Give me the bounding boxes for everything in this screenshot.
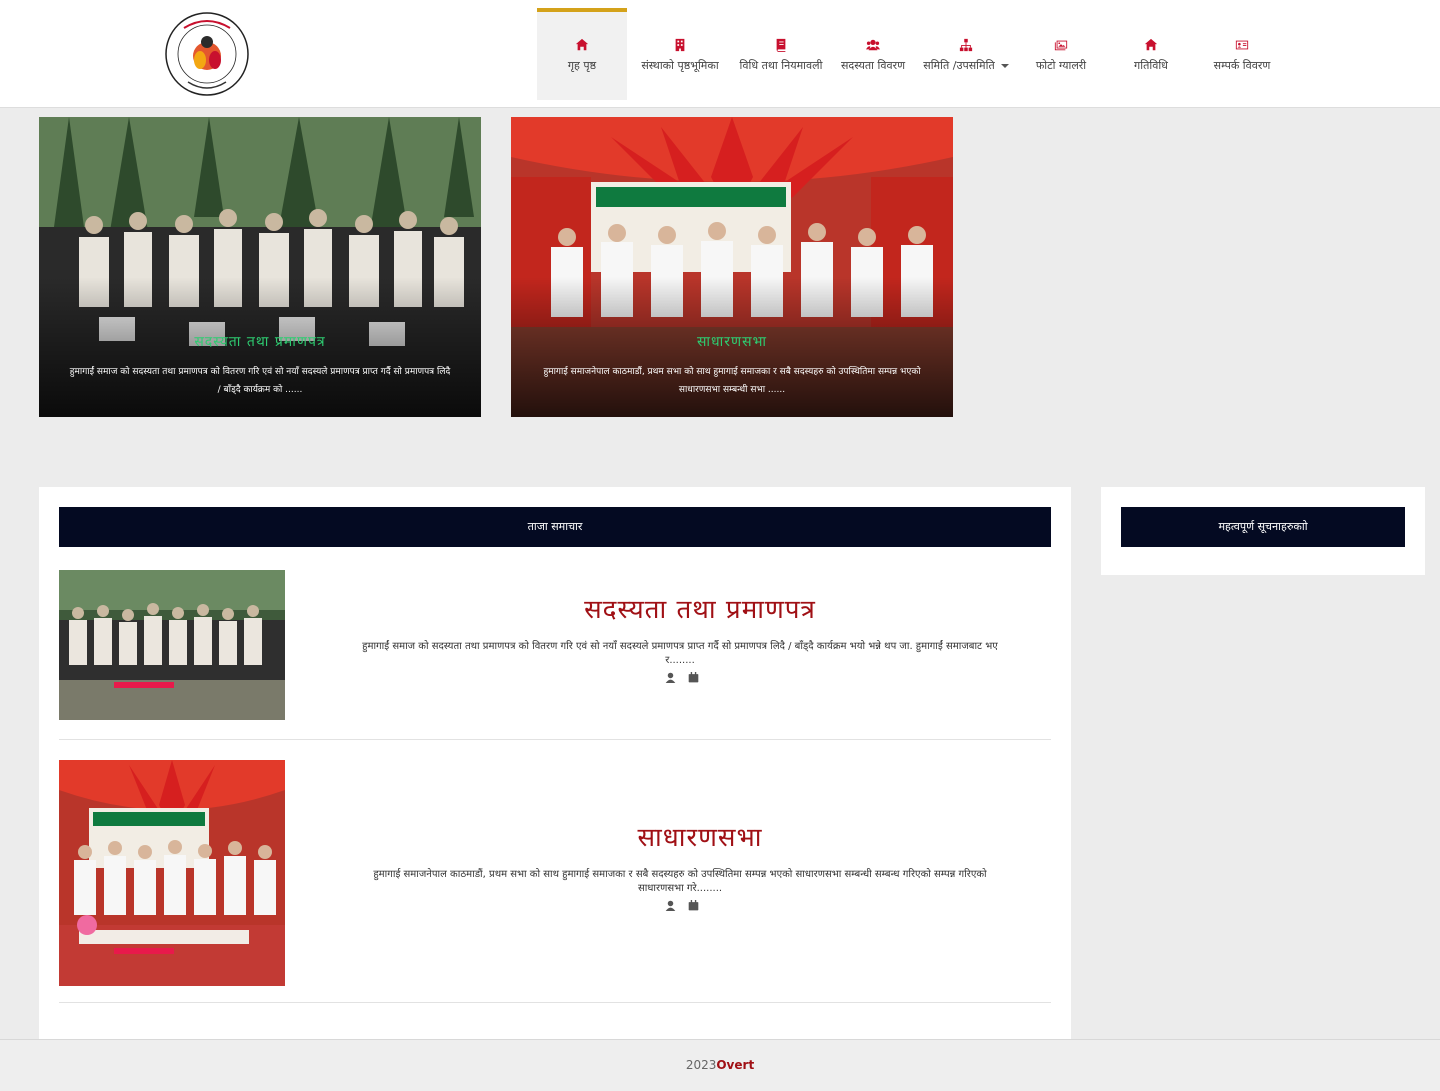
slide-title[interactable]: साधारणसभा	[511, 332, 953, 351]
site-logo[interactable]	[164, 12, 250, 96]
nav-label: सम्पर्क विवरण	[1213, 59, 1271, 72]
home-icon	[575, 38, 589, 51]
nav-label: संस्थाको पृष्ठभूमिका	[641, 59, 719, 72]
news-excerpt: हुमागाईं समाज को सदस्यता तथा प्रमाणपत्र …	[362, 641, 998, 666]
calendar-icon	[688, 900, 699, 911]
nav-label: गृह पृष्ठ	[567, 59, 597, 72]
news-meta	[665, 900, 699, 911]
nav-item-contact[interactable]: सम्पर्क विवरण	[1195, 8, 1289, 100]
users-icon	[866, 39, 880, 51]
nav-item-committee[interactable]: समिति /उपसमिति	[917, 8, 1015, 100]
main-navigation: गृह पृष्ठ संस्थाको पृष्ठभूमिका विधि तथा …	[537, 8, 1289, 100]
calendar-icon	[688, 672, 699, 683]
nav-item-gallery[interactable]: फोटो ग्यालरी	[1015, 8, 1107, 100]
sidebar-title: महत्वपूर्ण सूचनाहरुकाो	[1121, 507, 1405, 547]
slide-title[interactable]: सदस्यता तथा प्रमाणपत्र	[39, 332, 481, 351]
nav-label: फोटो ग्यालरी	[1035, 59, 1087, 72]
slide-text: हुमागाई समाजनेपाल काठमाडौं, प्रथम सभा को…	[543, 367, 921, 395]
news-item[interactable]: सदस्यता तथा प्रमाणपत्र हुमागाईं समाज को …	[59, 570, 1051, 740]
sitemap-icon	[959, 38, 973, 52]
nav-label: विधि तथा नियमावली	[739, 59, 823, 72]
nav-item-activities[interactable]: गतिविधि	[1107, 8, 1195, 100]
slider-card[interactable]: सदस्यता तथा प्रमाणपत्र हुमागाईं समाज को …	[39, 117, 481, 417]
news-title[interactable]: सदस्यता तथा प्रमाणपत्र	[349, 590, 1051, 626]
nav-item-rules[interactable]: विधि तथा नियमावली	[733, 8, 829, 100]
chevron-down-icon	[1000, 64, 1009, 68]
nav-label: समिति /उपसमिति	[923, 59, 995, 72]
user-icon	[665, 900, 676, 911]
news-title[interactable]: साधारणसभा	[349, 818, 1051, 854]
news-item[interactable]: साधारणसभा हुमागाई समाजनेपाल काठमाडौं, प्…	[59, 760, 1051, 1003]
id-card-icon	[1235, 40, 1249, 50]
category-tag[interactable]	[114, 948, 174, 954]
site-footer: 2023Overt	[0, 1039, 1440, 1091]
nav-item-background[interactable]: संस्थाको पृष्ठभूमिका	[627, 8, 733, 100]
slide-text: हुमागाईं समाज को सदस्यता तथा प्रमाणपत्र …	[69, 367, 451, 395]
building-icon	[675, 38, 685, 52]
nav-label: गतिविधि	[1134, 59, 1168, 72]
slider-card[interactable]: साधारणसभा हुमागाई समाजनेपाल काठमाडौं, प्…	[511, 117, 953, 417]
nav-item-home[interactable]: गृह पृष्ठ	[537, 8, 627, 100]
images-icon	[1054, 40, 1068, 51]
footer-brand-link[interactable]: Overt	[716, 1058, 754, 1072]
news-meta	[665, 672, 699, 683]
home-icon	[1144, 38, 1158, 51]
news-excerpt: हुमागाई समाजनेपाल काठमाडौं, प्रथम सभा को…	[373, 869, 987, 894]
section-title: ताजा समाचार	[59, 507, 1051, 547]
site-header: गृह पृष्ठ संस्थाको पृष्ठभूमिका विधि तथा …	[0, 0, 1440, 108]
news-thumbnail[interactable]	[59, 570, 285, 720]
nav-item-membership[interactable]: सदस्यता विवरण	[829, 8, 917, 100]
footer-year: 2023	[685, 1058, 717, 1072]
nav-label: सदस्यता विवरण	[840, 59, 906, 72]
user-icon	[665, 672, 676, 683]
book-icon	[776, 38, 786, 52]
category-tag[interactable]	[114, 682, 174, 688]
